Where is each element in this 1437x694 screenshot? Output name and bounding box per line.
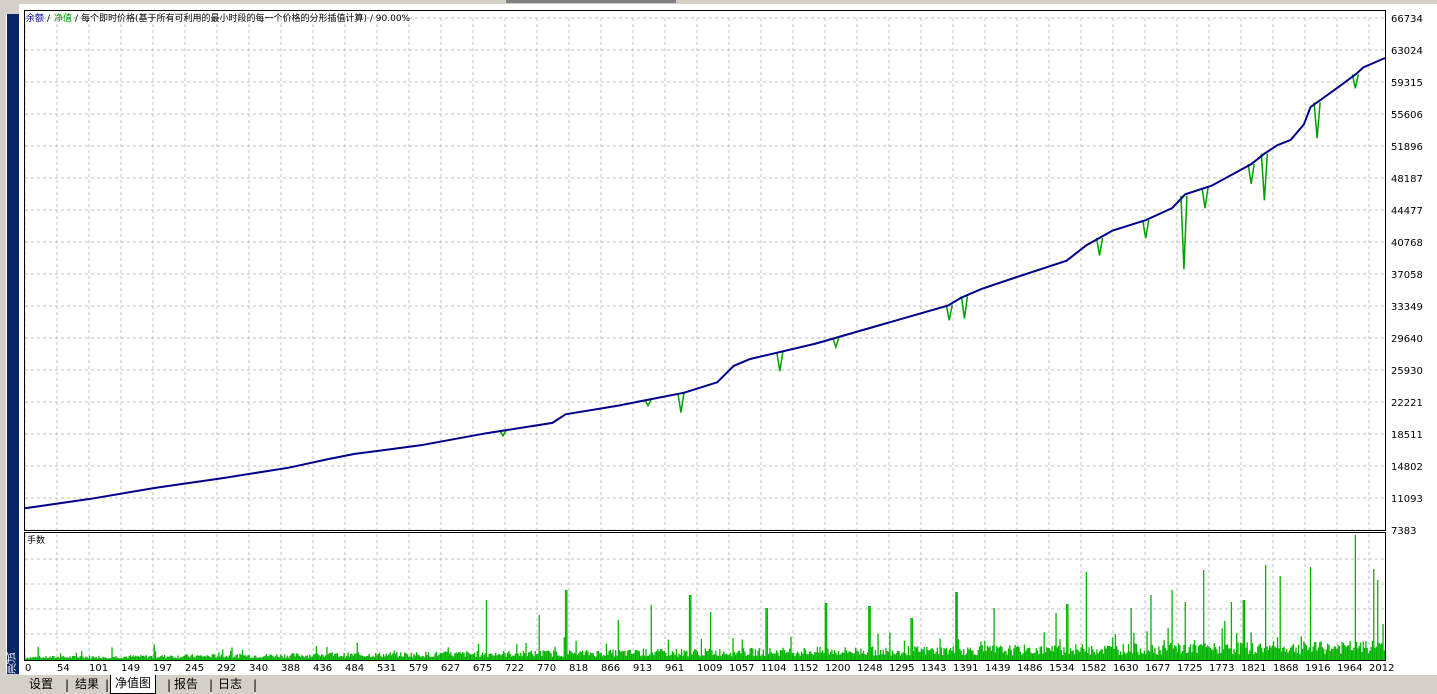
x-tick-label: 101: [89, 663, 108, 674]
x-tick-label: 722: [505, 663, 524, 674]
x-tick-label: 245: [185, 663, 204, 674]
y-tick-label: 37058: [1391, 270, 1423, 281]
x-tick-label: 818: [569, 663, 588, 674]
x-tick-label: 1868: [1273, 663, 1298, 674]
x-tick-label: 1582: [1081, 663, 1106, 674]
tab-separator: |: [253, 678, 258, 692]
x-tick-label: 2012: [1369, 663, 1394, 674]
chart-background: [19, 4, 1437, 675]
x-tick-label: 961: [665, 663, 684, 674]
y-tick-label: 18511: [1391, 430, 1423, 441]
x-tick-label: 1439: [985, 663, 1010, 674]
tab-settings[interactable]: 设置: [25, 676, 57, 693]
x-tick-label: 1200: [825, 663, 850, 674]
x-tick-label: 1486: [1017, 663, 1042, 674]
sidebar-label: 测试: [5, 652, 18, 674]
tab-report[interactable]: 报告: [170, 676, 202, 693]
x-tick-label: 1821: [1241, 663, 1266, 674]
x-tick-label: 54: [57, 663, 70, 674]
x-tick-label: 1630: [1113, 663, 1138, 674]
x-tick-label: 770: [537, 663, 556, 674]
y-tick-label: 22221: [1391, 398, 1423, 409]
x-tick-label: 436: [313, 663, 332, 674]
x-tick-label: 0: [25, 663, 31, 674]
y-tick-label: 63024: [1391, 46, 1423, 57]
x-tick-label: 340: [249, 663, 268, 674]
tab-results[interactable]: 结果: [71, 676, 103, 693]
x-tick-label: 627: [441, 663, 460, 674]
x-tick-label: 1152: [793, 663, 818, 674]
tab-journal[interactable]: 日志: [214, 676, 246, 693]
legend-equity: 净值: [54, 12, 72, 24]
x-tick-label: 1725: [1177, 663, 1202, 674]
x-tick-label: 1677: [1145, 663, 1170, 674]
chart-area: 66734 63024 59315 55606 51896 48187 44477 40768…: [19, 4, 1437, 675]
y-tick-label: 44477: [1391, 206, 1423, 217]
x-tick-label: 579: [409, 663, 428, 674]
tab-separator: |: [65, 678, 70, 692]
y-tick-label: 29640: [1391, 334, 1423, 345]
tester-tab-bar: 设置 | 结果 | 净值图 | 报告 | 日志 |: [19, 675, 1437, 694]
x-tick-label: 866: [601, 663, 620, 674]
tester-sidebar: 测试: [0, 0, 19, 694]
x-tick-label: 1964: [1337, 663, 1362, 674]
x-tick-label: 149: [121, 663, 140, 674]
y-tick-label: 59315: [1391, 78, 1423, 89]
y-tick-label: 7383: [1391, 526, 1416, 537]
y-tick-label: 33349: [1391, 302, 1423, 313]
tab-separator: |: [209, 678, 214, 692]
sidebar-handle[interactable]: [6, 14, 19, 674]
x-tick-label: 1009: [697, 663, 722, 674]
volume-panel-label: 手数: [27, 534, 45, 546]
x-tick-label: 1391: [953, 663, 978, 674]
x-axis-labels: 0 54 101 149 197 245 292 340 388 436 484 531 579 627 6…: [25, 663, 1394, 674]
x-tick-label: 1343: [921, 663, 946, 674]
x-tick-label: 1057: [729, 663, 754, 674]
y-tick-label: 14802: [1391, 462, 1423, 473]
x-tick-label: 197: [153, 663, 172, 674]
y-tick-label: 51896: [1391, 142, 1423, 153]
x-tick-label: 1534: [1049, 663, 1074, 674]
top-scroll-thumb[interactable]: [506, 0, 676, 3]
y-tick-label: 48187: [1391, 174, 1423, 185]
tab-equity-graph[interactable]: 净值图: [110, 675, 157, 694]
y-tick-label: 55606: [1391, 110, 1423, 121]
x-tick-label: 1773: [1209, 663, 1234, 674]
y-tick-label: 40768: [1391, 238, 1423, 249]
tab-separator: |: [105, 678, 110, 692]
x-tick-label: 484: [345, 663, 364, 674]
x-tick-label: 913: [633, 663, 652, 674]
y-tick-label: 11093: [1391, 494, 1423, 505]
x-tick-label: 1104: [761, 663, 786, 674]
x-tick-label: 292: [217, 663, 236, 674]
x-tick-label: 1916: [1305, 663, 1330, 674]
y-tick-label: 25930: [1391, 366, 1423, 377]
x-tick-label: 1295: [889, 663, 914, 674]
x-tick-label: 531: [377, 663, 396, 674]
legend-balance: 余额: [26, 12, 44, 24]
x-tick-label: 388: [281, 663, 300, 674]
x-tick-label: 1248: [857, 663, 882, 674]
x-tick-label: 675: [473, 663, 492, 674]
legend-description: 每个即时价格(基于所有可利用的最小时段的每一个价格的分形插值计算) / 90.0…: [81, 12, 411, 24]
y-tick-label: 66734: [1391, 14, 1423, 25]
